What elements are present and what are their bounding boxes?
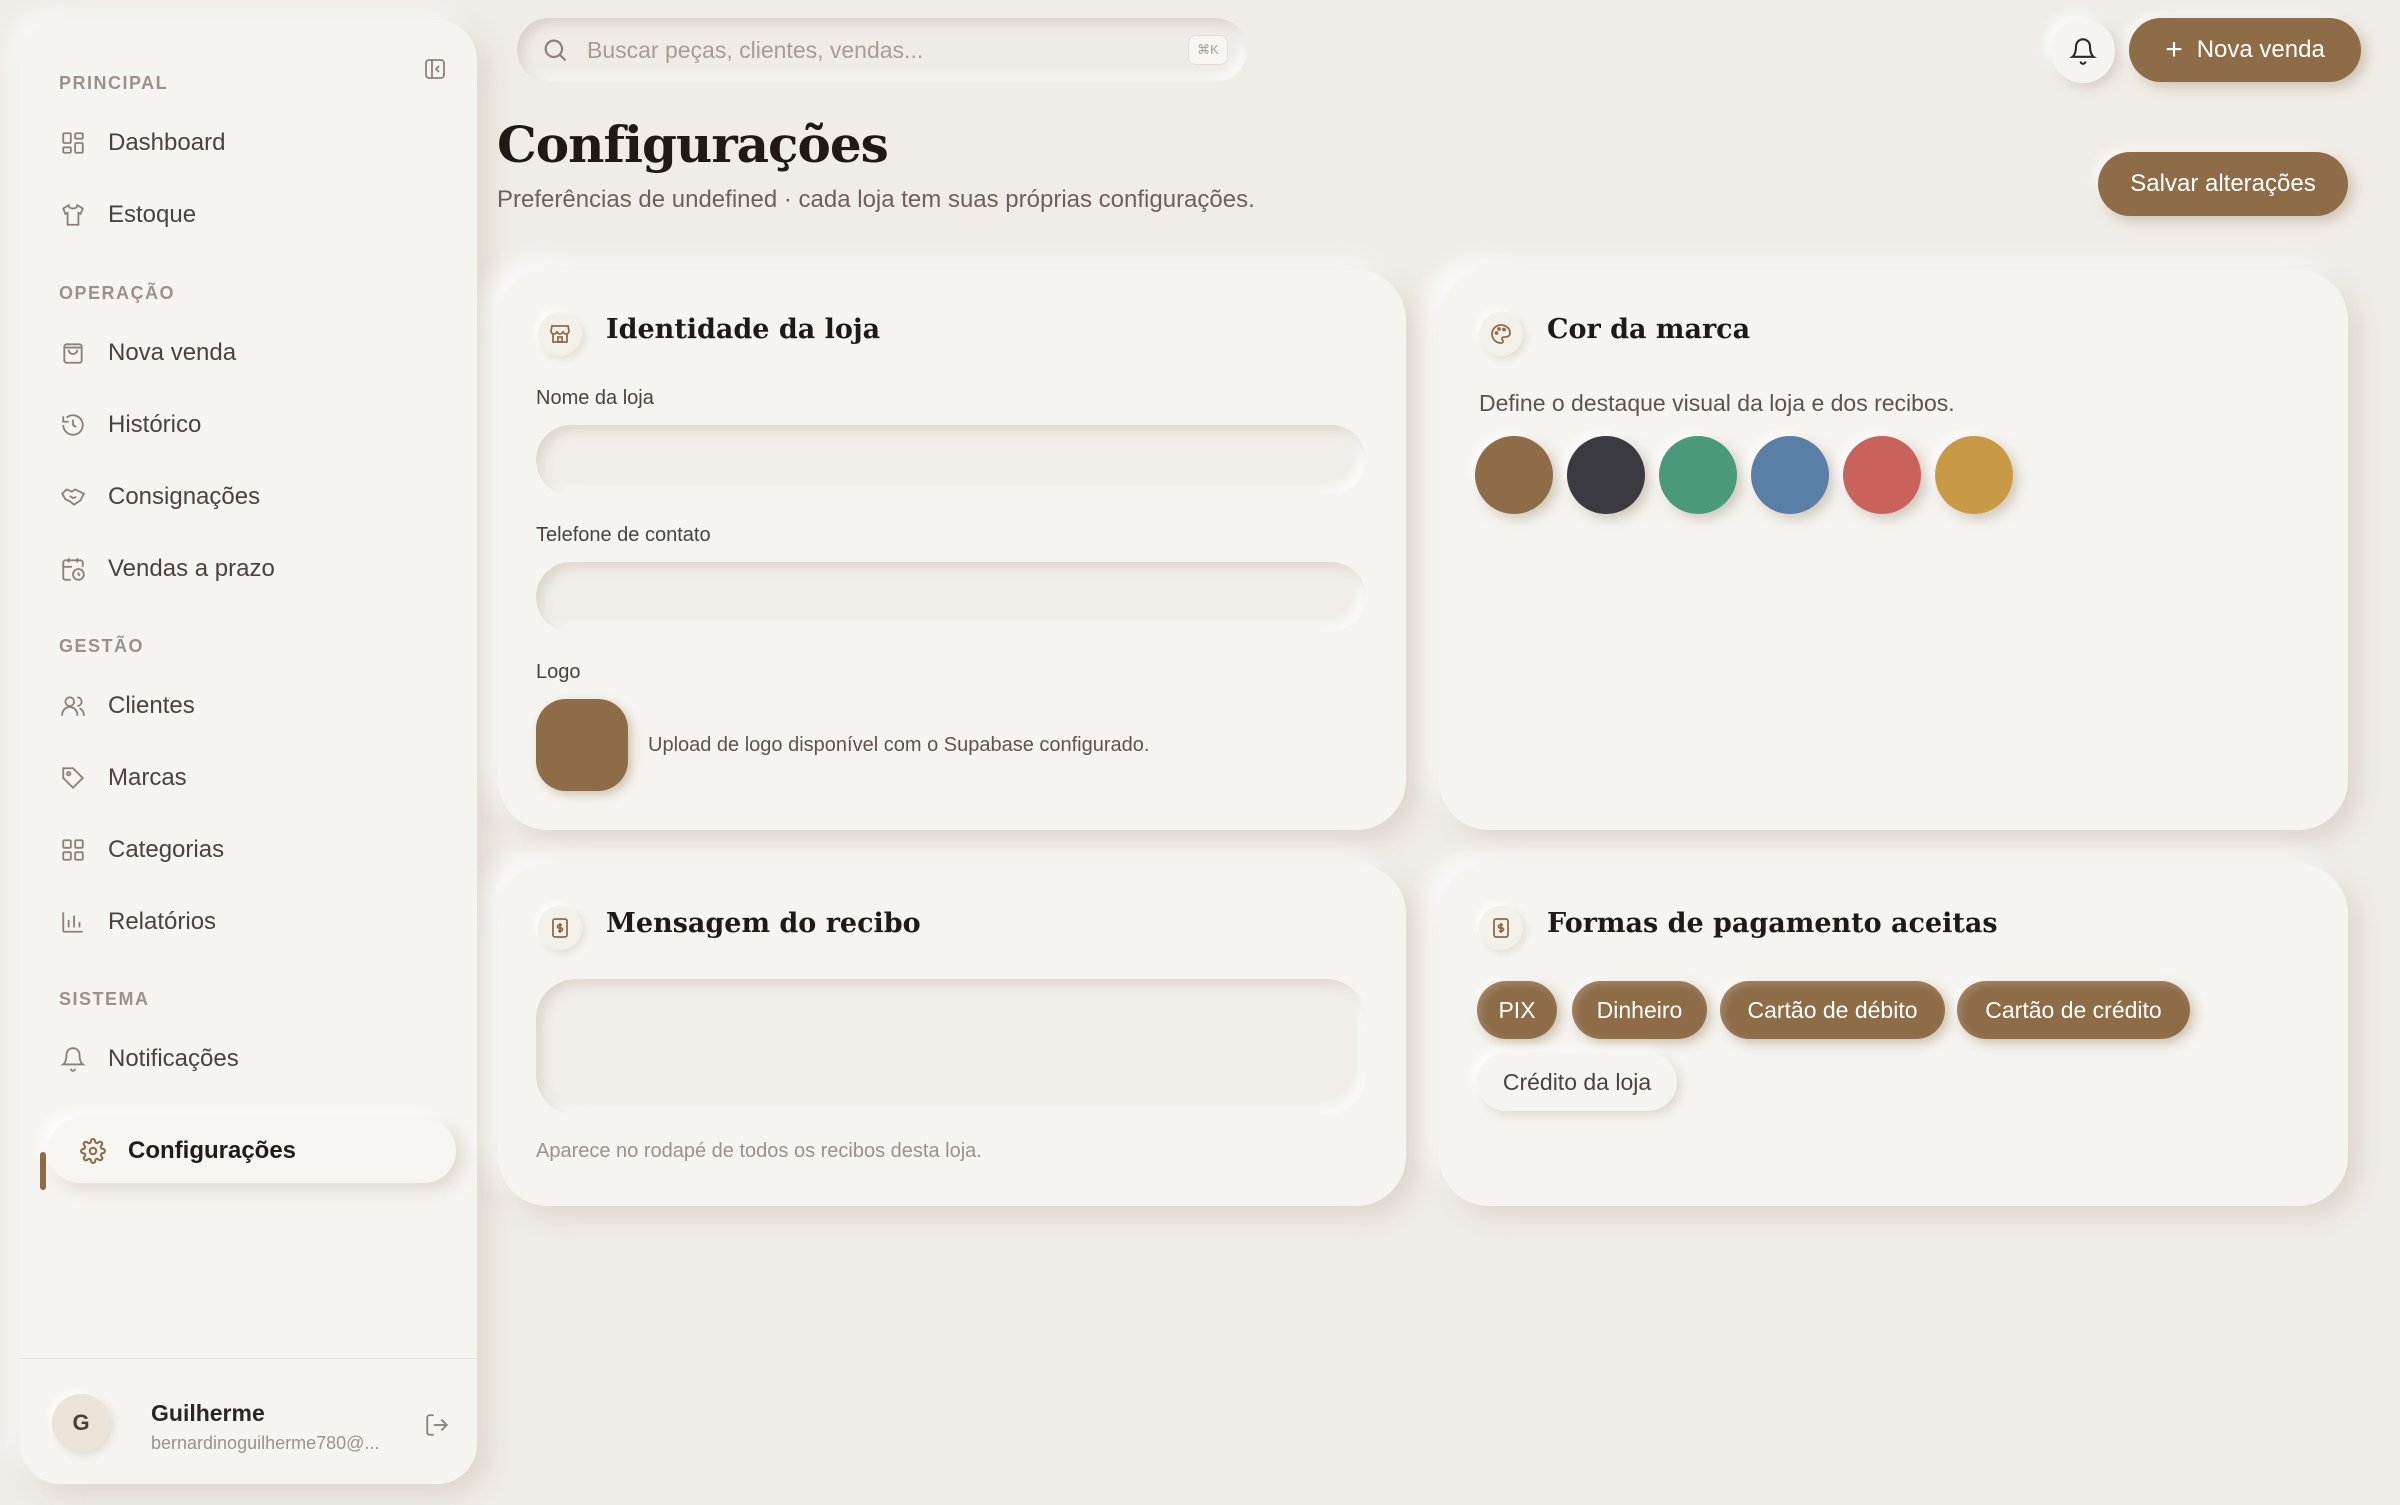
- sidebar-item-label: Histórico: [108, 411, 202, 438]
- sidebar-item-categorias[interactable]: Categorias: [20, 818, 456, 882]
- receipt-helper-text: Aparece no rodapé de todos os recibos de…: [536, 1140, 982, 1162]
- bell-icon: [2069, 37, 2097, 65]
- sidebar-item-historico[interactable]: Histórico: [20, 393, 456, 457]
- sidebar-item-label: Notificações: [108, 1045, 239, 1072]
- payment-chip-cartao-debito[interactable]: Cartão de débito: [1720, 981, 1945, 1039]
- store-name-label: Nome da loja: [536, 387, 654, 409]
- search-input[interactable]: [587, 28, 1147, 72]
- sidebar-item-consignacoes[interactable]: Consignações: [20, 465, 456, 529]
- brand-color-swatch[interactable]: [1935, 436, 2013, 514]
- avatar[interactable]: G: [52, 1394, 110, 1452]
- card-title: Identidade da loja: [606, 314, 881, 345]
- sidebar-item-notificacoes[interactable]: Notificações: [20, 1027, 456, 1091]
- history-icon: [58, 410, 88, 440]
- sidebar-item-label: Vendas a prazo: [108, 555, 275, 582]
- brand-color-swatch[interactable]: [1567, 436, 1645, 514]
- bar-chart-icon: [58, 907, 88, 937]
- sidebar-item-vendas-a-prazo[interactable]: Vendas a prazo: [20, 537, 456, 601]
- sidebar-item-label: Estoque: [108, 201, 197, 228]
- handshake-icon: [58, 482, 88, 512]
- sidebar-item-label: Consignações: [108, 483, 261, 510]
- payment-methods-card: Formas de pagamento aceitas PIX Dinheiro…: [1439, 864, 2348, 1206]
- sidebar-item-dashboard[interactable]: Dashboard: [20, 111, 456, 175]
- sidebar-item-configuracoes[interactable]: Configurações: [48, 1119, 456, 1183]
- sidebar-item-label: Dashboard: [108, 129, 226, 156]
- sidebar-item-label: Relatórios: [108, 908, 217, 935]
- receipt-icon: [538, 906, 582, 950]
- tag-icon: [58, 763, 88, 793]
- section-label-principal: PRINCIPAL: [59, 73, 169, 93]
- logout-icon[interactable]: [422, 1410, 452, 1440]
- sidebar-item-label: Clientes: [108, 692, 195, 719]
- collapse-sidebar-icon[interactable]: [420, 54, 450, 84]
- section-label-operacao: OPERAÇÃO: [59, 283, 176, 303]
- phone-label: Telefone de contato: [536, 524, 711, 546]
- new-sale-label: Nova venda: [2196, 36, 2325, 63]
- notifications-button[interactable]: [2051, 19, 2115, 83]
- phone-input[interactable]: [536, 562, 1366, 632]
- brand-color-swatch[interactable]: [1659, 436, 1737, 514]
- logo-preview: [536, 699, 628, 791]
- sidebar-item-nova-venda[interactable]: Nova venda: [20, 321, 456, 385]
- card-title: Formas de pagamento aceitas: [1547, 908, 1998, 939]
- gear-icon: [78, 1136, 108, 1166]
- shortcut-badge: ⌘K: [1188, 35, 1228, 65]
- store-identity-card: Identidade da loja Nome da loja Telefone…: [498, 270, 1406, 830]
- brand-color-card: Cor da marca Define o destaque visual da…: [1439, 270, 2348, 830]
- receipt-icon: [1479, 906, 1523, 950]
- plus-icon: +: [2165, 33, 2183, 66]
- sidebar-item-relatorios[interactable]: Relatórios: [20, 890, 456, 954]
- search-bar: [517, 18, 1247, 82]
- sidebar-item-estoque[interactable]: Estoque: [20, 183, 456, 247]
- new-sale-button[interactable]: + Nova venda: [2129, 18, 2361, 82]
- user-name: Guilherme: [151, 1400, 265, 1426]
- section-label-sistema: SISTEMA: [59, 989, 150, 1009]
- shopping-bag-icon: [58, 338, 88, 368]
- search-icon: [541, 36, 569, 64]
- store-name-input[interactable]: [536, 425, 1366, 495]
- section-label-gestao: GESTÃO: [59, 636, 145, 656]
- grid-icon: [58, 835, 88, 865]
- receipt-message-card: Mensagem do recibo Aparece no rodapé de …: [498, 864, 1406, 1206]
- sidebar-item-label: Configurações: [128, 1137, 297, 1164]
- brand-description: Define o destaque visual da loja e dos r…: [1479, 390, 1955, 416]
- save-button[interactable]: Salvar alterações: [2098, 152, 2348, 216]
- shirt-icon: [58, 200, 88, 230]
- sidebar-item-label: Marcas: [108, 764, 187, 791]
- user-profile: G Guilherme bernardinoguilherme780@...: [50, 1392, 450, 1472]
- payment-chip-credito-loja[interactable]: Crédito da loja: [1477, 1053, 1677, 1111]
- users-icon: [58, 691, 88, 721]
- palette-icon: [1479, 312, 1523, 356]
- page-subtitle: Preferências de undefined · cada loja te…: [497, 186, 1255, 213]
- brand-color-swatch[interactable]: [1843, 436, 1921, 514]
- payment-chip-cartao-credito[interactable]: Cartão de crédito: [1957, 981, 2190, 1039]
- calendar-clock-icon: [58, 554, 88, 584]
- logo-label: Logo: [536, 661, 581, 683]
- store-icon: [538, 312, 582, 356]
- sidebar-item-clientes[interactable]: Clientes: [20, 674, 456, 738]
- active-indicator: [40, 1152, 46, 1190]
- sidebar-item-label: Nova venda: [108, 339, 237, 366]
- brand-color-swatch[interactable]: [1751, 436, 1829, 514]
- card-title: Cor da marca: [1547, 314, 1751, 345]
- card-title: Mensagem do recibo: [606, 908, 921, 939]
- brand-color-swatch[interactable]: [1475, 436, 1553, 514]
- user-email: bernardinoguilherme780@...: [151, 1433, 380, 1453]
- page-title: Configurações: [497, 115, 889, 174]
- divider: [20, 1358, 477, 1359]
- dashboard-icon: [58, 128, 88, 158]
- sidebar: PRINCIPAL Dashboard Estoque OPERAÇÃO Nov…: [20, 20, 477, 1484]
- sidebar-item-label: Categorias: [108, 836, 225, 863]
- receipt-message-input[interactable]: [536, 979, 1366, 1115]
- sidebar-item-marcas[interactable]: Marcas: [20, 746, 456, 810]
- payment-chip-pix[interactable]: PIX: [1477, 981, 1557, 1039]
- bell-icon: [58, 1044, 88, 1074]
- logo-upload-note: Upload de logo disponível com o Supabase…: [648, 734, 1150, 756]
- payment-chip-dinheiro[interactable]: Dinheiro: [1572, 981, 1707, 1039]
